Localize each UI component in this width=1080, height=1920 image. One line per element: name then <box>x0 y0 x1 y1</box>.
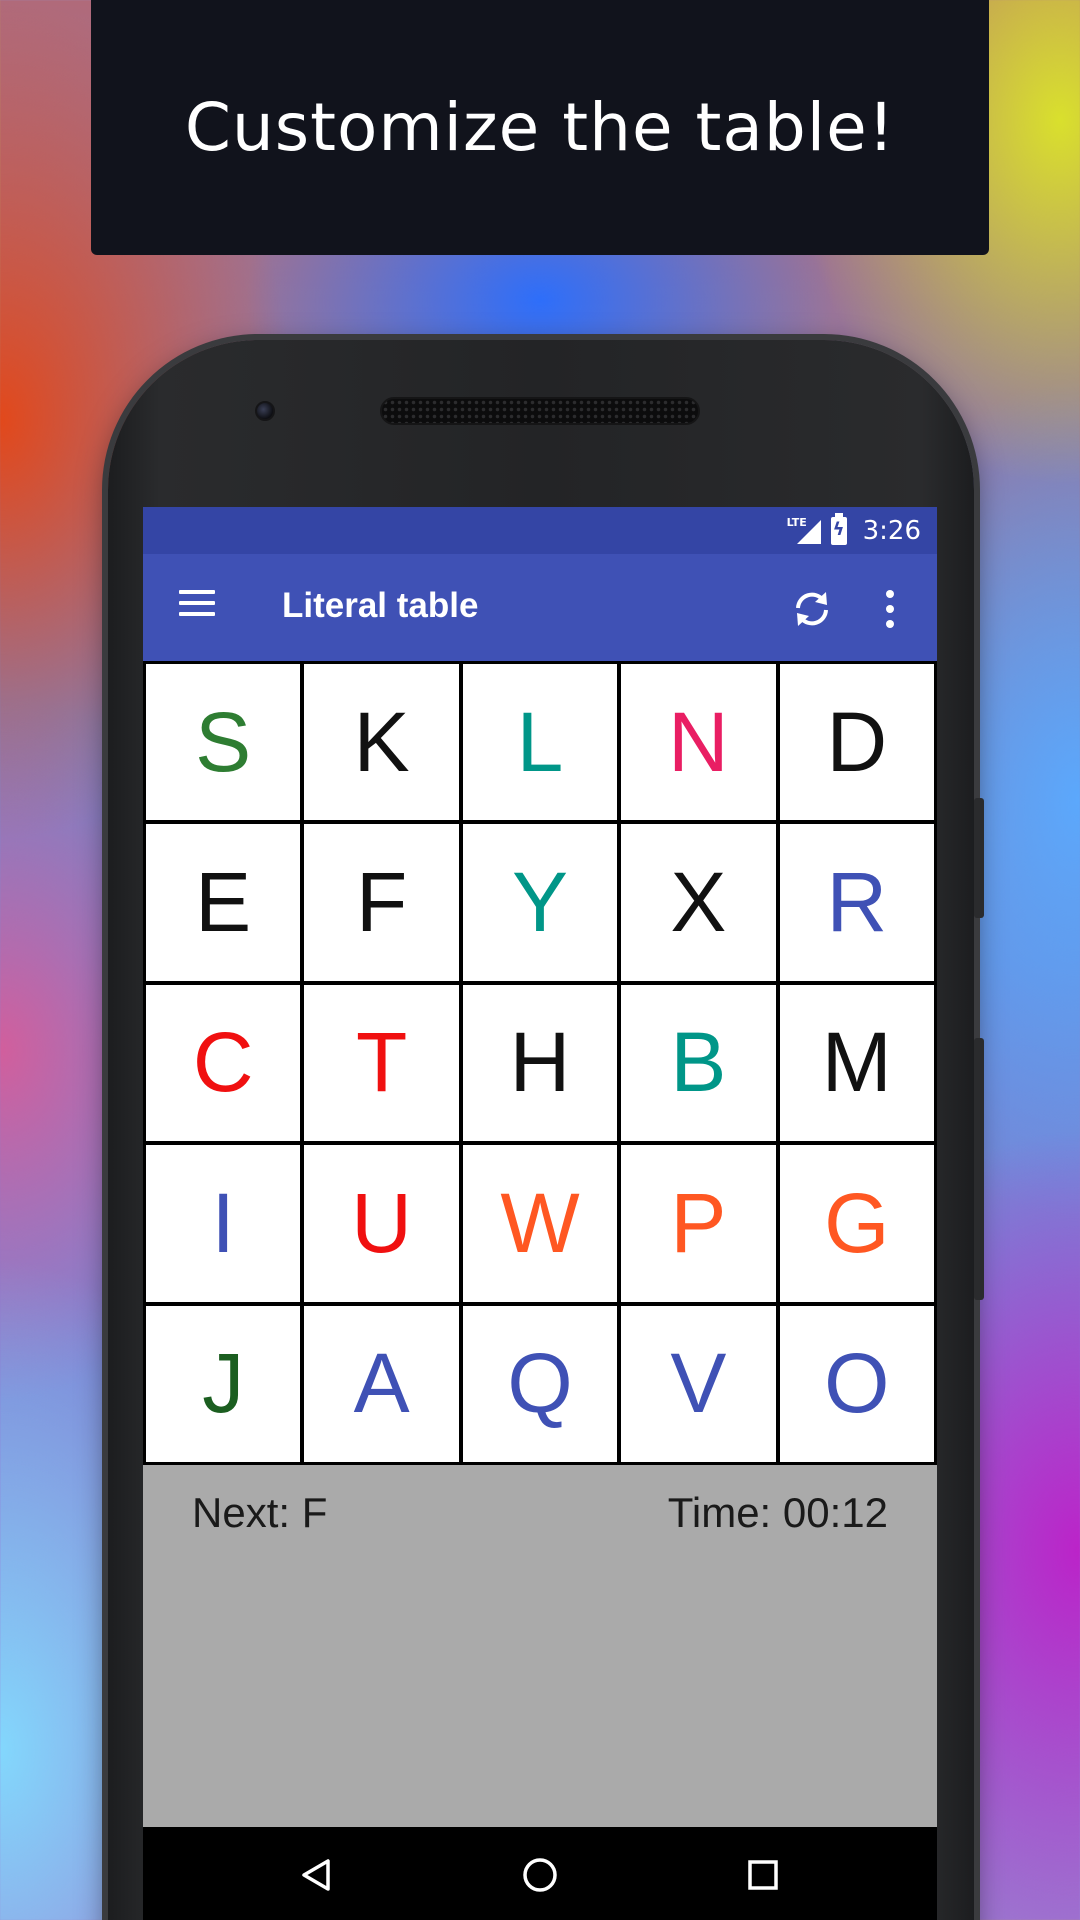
battery-charging-icon <box>830 512 847 545</box>
table-cell[interactable]: R <box>779 824 934 981</box>
table-cell[interactable]: N <box>621 664 776 821</box>
table-cell[interactable]: G <box>779 1145 934 1302</box>
table-cell[interactable]: C <box>146 984 301 1142</box>
table-cell[interactable]: Q <box>462 1305 618 1462</box>
game-info: Next: F Time: 00:12 <box>143 1465 937 1555</box>
app-screen: LTE 3:26 Literal table SKLND EFYXR CTHBM IU… <box>143 507 937 1920</box>
table-cell[interactable]: I <box>146 1145 301 1302</box>
app-title: Literal table <box>282 586 479 625</box>
phone-speaker <box>380 397 700 425</box>
table-cell[interactable]: W <box>462 1145 618 1302</box>
banner-title: Customize the table! <box>184 89 896 166</box>
table-cell[interactable]: H <box>462 984 618 1142</box>
table-cell[interactable]: K <box>304 664 459 821</box>
table-cell[interactable]: L <box>462 664 618 821</box>
letter-table: SKLND EFYXR CTHBM IUWPG JAQVO <box>143 661 937 1465</box>
table-cell[interactable]: U <box>304 1145 459 1302</box>
navigation-bar <box>143 1827 937 1920</box>
table-cell[interactable]: D <box>779 664 934 821</box>
table-cell[interactable]: B <box>621 984 776 1142</box>
lte-signal-icon: LTE <box>787 516 821 546</box>
back-icon[interactable] <box>296 1855 336 1895</box>
table-cell[interactable]: X <box>621 824 776 981</box>
app-bar: Literal table <box>143 554 937 661</box>
phone-side-button <box>974 1038 984 1300</box>
table-cell[interactable]: A <box>304 1305 459 1462</box>
status-bar: LTE 3:26 <box>143 507 937 554</box>
menu-icon[interactable] <box>179 590 215 626</box>
table-cell[interactable]: F <box>304 824 459 981</box>
table-cell[interactable]: M <box>779 984 934 1142</box>
phone-side-button <box>974 798 984 918</box>
table-cell[interactable]: Y <box>462 824 618 981</box>
table-cell[interactable]: V <box>621 1305 776 1462</box>
table-cell[interactable]: P <box>621 1145 776 1302</box>
table-cell[interactable]: S <box>146 664 301 821</box>
timer-label: Time: 00:12 <box>667 1489 888 1536</box>
table-cell[interactable]: T <box>304 984 459 1142</box>
refresh-icon[interactable] <box>789 586 835 632</box>
next-letter-label: Next: F <box>192 1489 328 1536</box>
table-cell[interactable]: J <box>146 1305 301 1462</box>
more-vert-icon[interactable] <box>883 586 897 632</box>
table-cell[interactable]: O <box>779 1305 934 1462</box>
promo-banner: Customize the table! <box>91 0 989 255</box>
home-icon[interactable] <box>520 1855 560 1895</box>
recents-icon[interactable] <box>743 1855 783 1895</box>
phone-camera <box>255 401 275 421</box>
status-clock: 3:26 <box>862 515 921 546</box>
table-cell[interactable]: E <box>146 824 301 981</box>
